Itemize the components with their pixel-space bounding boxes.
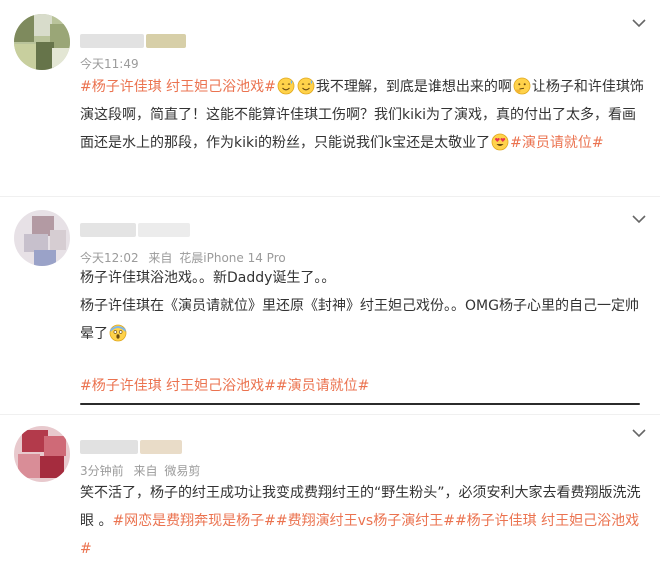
chevron-down-icon[interactable] [632, 214, 646, 224]
post-source: 微易剪 [164, 464, 201, 478]
sweat-smile-emoji [277, 77, 295, 95]
source-prefix: 来自 [148, 251, 173, 265]
topic-link[interactable]: #杨子许佳琪 纣王妲己浴池戏##演员请就位# [80, 378, 369, 394]
thinking-emoji [513, 77, 531, 95]
post-text-line: #杨子许佳琪 纣王妲己浴池戏##演员请就位# [80, 372, 648, 400]
post-text-line [80, 348, 648, 372]
sweat-smile-emoji [297, 77, 315, 95]
post-source: 花晨iPhone 14 Pro [179, 251, 286, 265]
avatar[interactable] [14, 426, 70, 482]
heart-eyes-emoji [491, 133, 509, 151]
avatar[interactable] [14, 14, 70, 70]
post-meta: 3分钟前 来自 微易剪 [80, 462, 206, 479]
post-1: 今天11:49 #杨子许佳琪 纣王妲己浴池戏# 我不理解，到底是谁想出来的啊 让杨子… [0, 0, 660, 190]
post-text: 杨子许佳琪浴池戏。。新Daddy诞生了。。杨子许佳琪在《演员请就位》里还原《封神… [80, 264, 648, 400]
post-text-line: 杨子许佳琪浴池戏。。新Daddy诞生了。。 [80, 264, 648, 292]
post-text-segment: 杨子许佳琪浴池戏。。新Daddy诞生了。。 [80, 270, 336, 286]
embedded-content-bar [80, 403, 640, 405]
post-time[interactable]: 今天11:49 [80, 57, 139, 71]
topic-link[interactable]: #演员请就位# [510, 135, 603, 151]
scream-emoji [109, 324, 127, 342]
chevron-down-icon[interactable] [632, 18, 646, 28]
post-time[interactable]: 今天12:02 [80, 251, 139, 265]
post-meta: 今天11:49 [80, 55, 145, 72]
topic-link[interactable]: #网恋是费翔奔现是杨子##费翔演纣王vs杨子演纣王##杨子许佳琪 纣王妲己浴池戏… [80, 513, 639, 557]
post-text: #杨子许佳琪 纣王妲己浴池戏# 我不理解，到底是谁想出来的啊 让杨子和许佳琪饰演这段… [80, 73, 648, 157]
source-prefix: 来自 [133, 464, 158, 478]
post-3: 3分钟前 来自 微易剪 笑不活了，杨子的纣王成功让我变成费翔纣王的“野生粉头”，… [0, 415, 660, 562]
chevron-down-icon[interactable] [632, 428, 646, 438]
post-text: 笑不活了，杨子的纣王成功让我变成费翔纣王的“野生粉头”，必须安利大家去看费翔版洗… [80, 479, 648, 563]
post-time[interactable]: 3分钟前 [80, 464, 124, 478]
avatar[interactable] [14, 210, 70, 266]
post-text-segment: 我不理解，到底是谁想出来的啊 [315, 79, 512, 95]
topic-link[interactable]: #杨子许佳琪 纣王妲己浴池戏# [80, 79, 276, 95]
post-text-line: 杨子许佳琪在《演员请就位》里还原《封神》纣王妲己戏份。。OMG杨子心里的自己一定… [80, 292, 648, 348]
post-text-segment: 杨子许佳琪在《演员请就位》里还原《封神》纣王妲己戏份。。OMG杨子心里的自己一定… [80, 298, 639, 342]
post-2: 今天12:02 来自 花晨iPhone 14 Pro 杨子许佳琪浴池戏。。新Da… [0, 197, 660, 407]
